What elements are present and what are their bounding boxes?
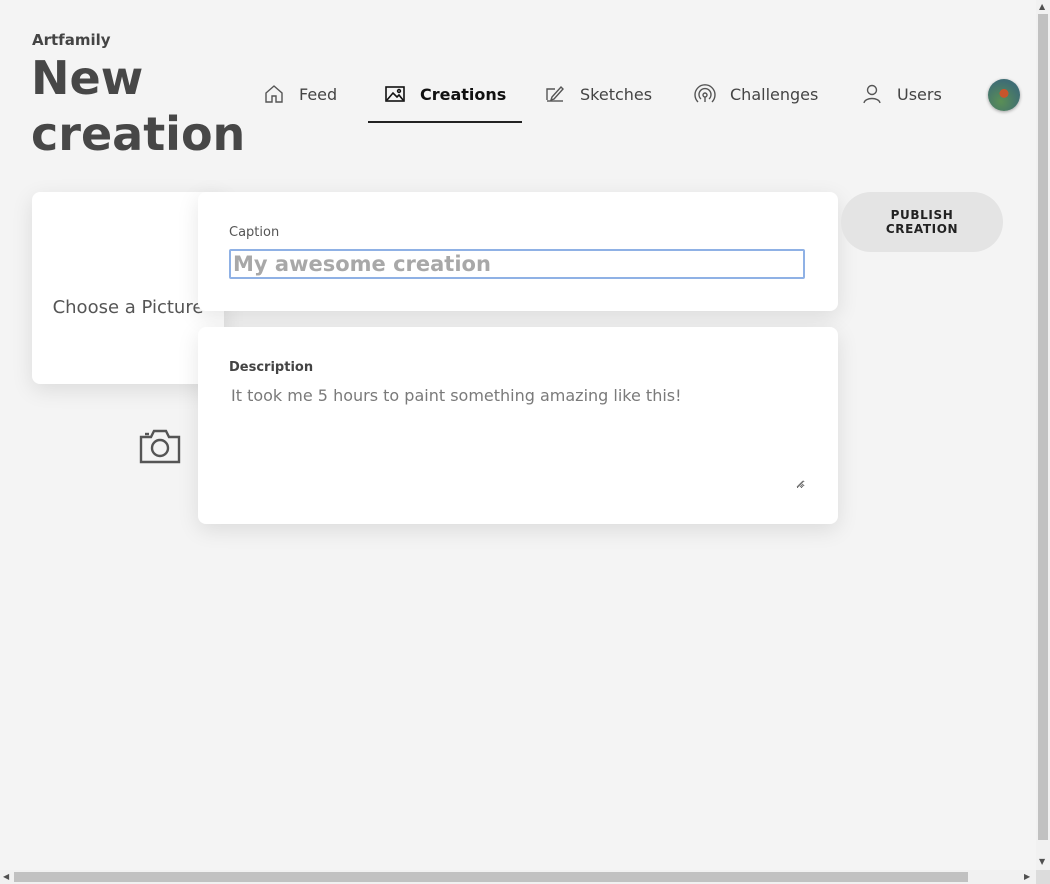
- horizontal-scroll-thumb[interactable]: [14, 872, 968, 882]
- nav-item-users[interactable]: Users: [861, 68, 942, 120]
- broadcast-icon: [694, 84, 716, 103]
- nav-item-label: Sketches: [580, 84, 653, 104]
- nav-item-label: Users: [897, 84, 942, 104]
- app-name: Artfamily: [32, 31, 111, 49]
- scrollbar-corner: [1036, 870, 1050, 884]
- resize-grip-icon[interactable]: [796, 480, 804, 488]
- choose-picture-button[interactable]: Choose a Picture: [32, 192, 224, 464]
- nav-item-sketches[interactable]: Sketches: [544, 68, 652, 120]
- horizontal-scrollbar[interactable]: ◀ ▶: [0, 870, 1036, 884]
- user-icon: [863, 84, 881, 104]
- vertical-scroll-thumb[interactable]: [1038, 14, 1048, 840]
- caption-label: Caption: [229, 225, 280, 240]
- description-card: Description: [198, 327, 838, 524]
- choose-picture-label: Choose a Picture: [52, 297, 204, 318]
- scroll-down-icon[interactable]: ▼: [1039, 858, 1045, 866]
- publish-creation-button[interactable]: PUBLISH CREATION: [841, 192, 1003, 252]
- vertical-scrollbar[interactable]: ▲ ▼: [1036, 0, 1050, 870]
- nav-item-challenges[interactable]: Challenges: [694, 68, 818, 120]
- nav-item-creations[interactable]: Creations: [367, 68, 523, 123]
- caption-input[interactable]: [229, 249, 805, 279]
- user-avatar[interactable]: [988, 79, 1020, 111]
- scroll-up-icon[interactable]: ▲: [1039, 3, 1045, 11]
- description-textarea[interactable]: [229, 385, 805, 489]
- nav-item-feed[interactable]: Feed: [263, 68, 337, 120]
- image-icon: [385, 86, 405, 102]
- sketch-icon: [546, 85, 564, 102]
- nav-item-label: Feed: [299, 84, 338, 104]
- nav-item-label: Creations: [420, 84, 507, 104]
- home-icon: [265, 85, 283, 103]
- scroll-right-icon[interactable]: ▶: [1024, 873, 1030, 881]
- description-label: Description: [229, 360, 314, 375]
- scroll-left-icon[interactable]: ◀: [3, 873, 9, 881]
- caption-card: Caption: [198, 192, 838, 311]
- camera-icon: [139, 429, 181, 464]
- page-title: New creation: [31, 51, 246, 161]
- nav-item-label: Challenges: [730, 84, 819, 104]
